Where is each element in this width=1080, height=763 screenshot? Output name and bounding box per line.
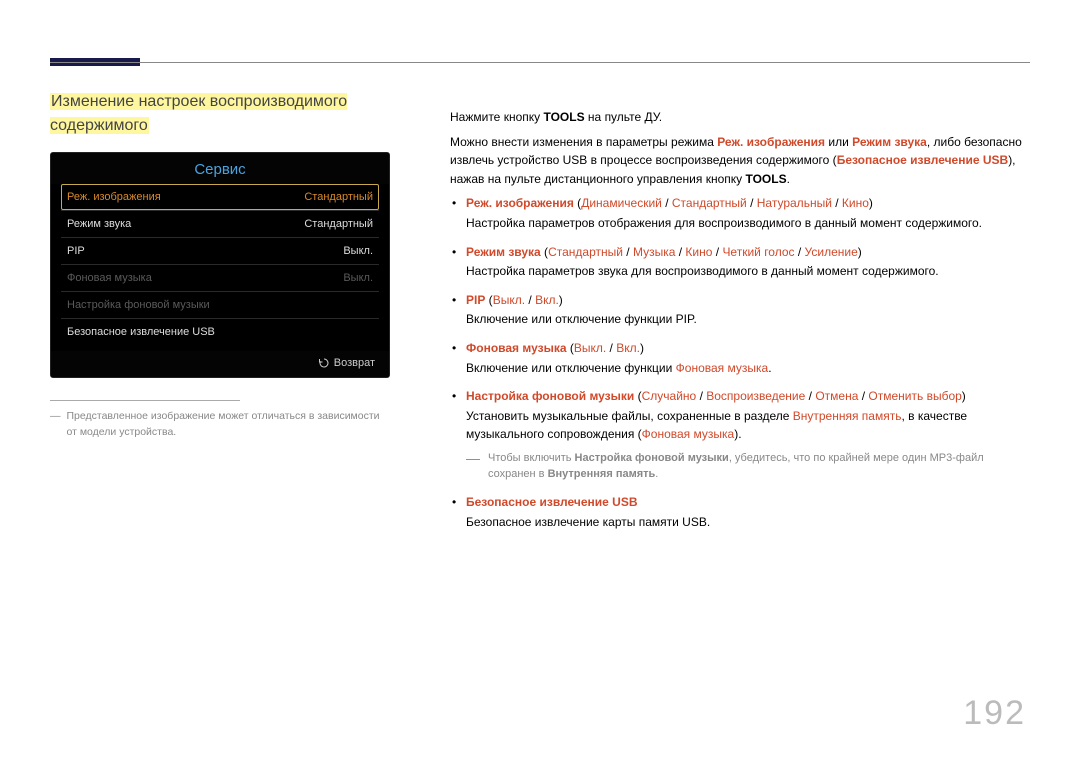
footnote-rule xyxy=(50,400,240,401)
tv-menu-body: Реж. изображения Стандартный Режим звука Ст… xyxy=(51,184,389,351)
intro-2bold: TOOLS xyxy=(745,172,786,186)
left-footnote-text: Представленное изображение может отличат… xyxy=(67,409,391,441)
tv-menu-row-label: Настройка фоновой музыки xyxy=(67,299,210,311)
tv-menu-row-value: Стандартный xyxy=(304,191,373,203)
option-item: Безопасное извлечение USBБезопасное извл… xyxy=(450,493,1030,531)
intro-2b: или xyxy=(825,135,852,149)
tv-menu: Сервис Реж. изображенияСтандартныйРежим … xyxy=(50,152,390,378)
intro-1-post: на пульте ДУ. xyxy=(585,110,663,124)
option-item: PIP (Выкл. / Вкл.)Включение или отключен… xyxy=(450,291,1030,329)
option-desc: Установить музыкальные файлы, сохраненны… xyxy=(466,407,1030,444)
tv-menu-row-value: Выкл. xyxy=(343,272,373,284)
tv-menu-footer-label: Возврат xyxy=(334,357,375,369)
option-item: Настройка фоновой музыки (Случайно / Вос… xyxy=(450,387,1030,483)
subnote-text: Чтобы включить Настройка фоновой музыки,… xyxy=(488,450,1030,483)
tv-menu-footer: Возврат xyxy=(51,351,389,377)
tv-menu-row-label: Режим звука xyxy=(67,218,131,230)
intro-line-1: Нажмите кнопку TOOLS на пульте ДУ. xyxy=(450,108,1030,127)
option-item: Фоновая музыка (Выкл. / Вкл.)Включение и… xyxy=(450,339,1030,377)
tv-menu-row[interactable]: Безопасное извлечение USB xyxy=(61,318,379,345)
options-list: Реж. изображения (Динамический / Стандар… xyxy=(450,194,1030,531)
tv-menu-row[interactable]: Реж. изображения Стандартный xyxy=(61,184,379,210)
option-desc: Включение или отключение функции Фоновая… xyxy=(466,359,1030,378)
tv-menu-row-label: Безопасное извлечение USB xyxy=(67,326,215,338)
tv-menu-row-value: Стандартный xyxy=(304,218,373,230)
tv-menu-header: Сервис xyxy=(51,153,389,184)
tv-menu-row[interactable]: Настройка фоновой музыки xyxy=(61,291,379,318)
intro-1-bold: TOOLS xyxy=(543,110,584,124)
option-head: Режим звука (Стандартный / Музыка / Кино… xyxy=(466,243,1030,262)
option-desc: Настройка параметров звука для воспроизв… xyxy=(466,262,1030,281)
header-rule xyxy=(50,62,1030,63)
subnote-dash: ― xyxy=(466,450,480,483)
intro-2r1: Реж. изображения xyxy=(717,135,825,149)
option-head: Безопасное извлечение USB xyxy=(466,493,1030,512)
option-item: Реж. изображения (Динамический / Стандар… xyxy=(450,194,1030,232)
left-footnote: ― Представленное изображение может отлич… xyxy=(50,409,390,441)
tv-menu-row-label: Реж. изображения xyxy=(67,191,161,203)
option-desc: Безопасное извлечение карты памяти USB. xyxy=(466,513,1030,532)
option-subnote: ―Чтобы включить Настройка фоновой музыки… xyxy=(466,450,1030,483)
intro-2r2: Режим звука xyxy=(852,135,927,149)
return-icon xyxy=(318,357,330,369)
section-title: Изменение настроек воспроизводимого соде… xyxy=(50,93,347,134)
tv-menu-row[interactable]: Режим звука Стандартный xyxy=(61,210,379,237)
right-column: Нажмите кнопку TOOLS на пульте ДУ. Можно… xyxy=(450,108,1030,541)
option-desc: Включение или отключение функции PIP. xyxy=(466,310,1030,329)
tv-menu-row-label: PIP xyxy=(67,245,85,257)
option-head: Настройка фоновой музыки (Случайно / Вос… xyxy=(466,387,1030,406)
tv-menu-row-value: Выкл. xyxy=(343,245,373,257)
page-number: 192 xyxy=(963,694,1026,733)
intro-line-2: Можно внести изменения в параметры режим… xyxy=(450,133,1030,189)
option-head: Реж. изображения (Динамический / Стандар… xyxy=(466,194,1030,213)
intro-2a: Можно внести изменения в параметры режим… xyxy=(450,135,717,149)
tv-menu-row[interactable]: PIP Выкл. xyxy=(61,237,379,264)
section-title-wrap: Изменение настроек воспроизводимого соде… xyxy=(50,90,390,138)
footnote-dash: ― xyxy=(50,409,61,441)
intro-2r3: Безопасное извлечение USB xyxy=(837,153,1009,167)
intro-1-pre: Нажмите кнопку xyxy=(450,110,543,124)
option-head: PIP (Выкл. / Вкл.) xyxy=(466,291,1030,310)
option-item: Режим звука (Стандартный / Музыка / Кино… xyxy=(450,243,1030,281)
option-head: Фоновая музыка (Выкл. / Вкл.) xyxy=(466,339,1030,358)
tv-menu-row[interactable]: Фоновая музыка Выкл. xyxy=(61,264,379,291)
option-desc: Настройка параметров отображения для вос… xyxy=(466,214,1030,233)
tv-menu-row-label: Фоновая музыка xyxy=(67,272,152,284)
left-column: Изменение настроек воспроизводимого соде… xyxy=(50,90,390,441)
intro-2e: . xyxy=(787,172,790,186)
